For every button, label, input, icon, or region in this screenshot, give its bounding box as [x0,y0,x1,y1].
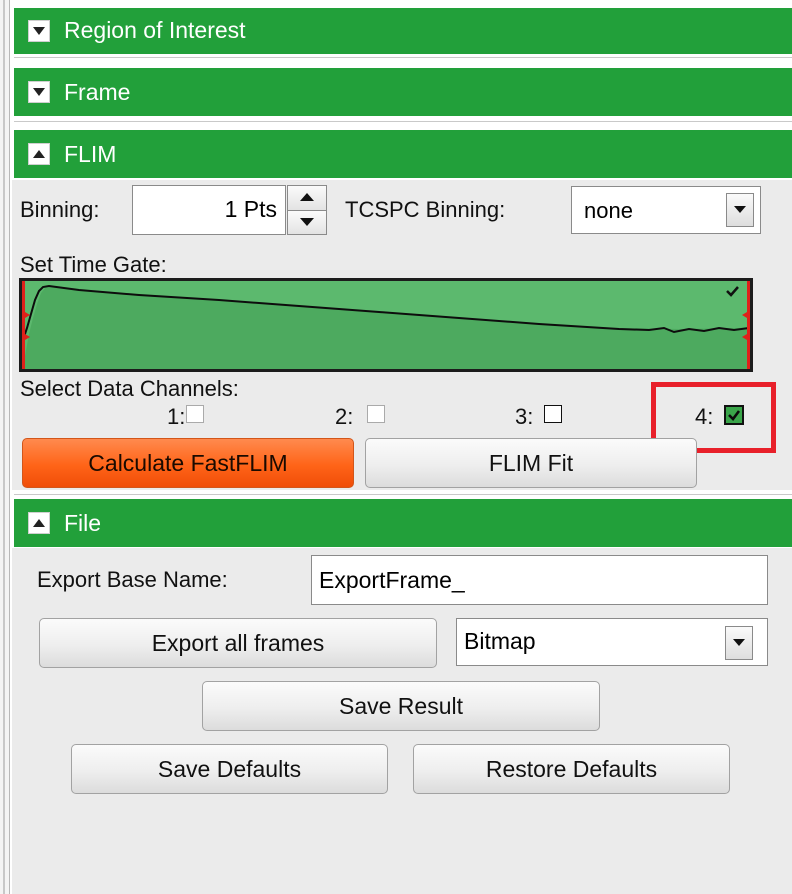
collapse-toggle-icon[interactable] [28,20,50,42]
binning-label: Binning: [20,197,100,222]
section-header-region-of-interest[interactable]: Region of Interest [14,8,792,54]
arrow-up-icon [300,193,314,201]
channel-2-label: 2: [335,404,354,429]
section-divider [14,57,792,58]
dropdown-button[interactable] [725,626,753,660]
left-window-border [0,0,10,894]
section-divider [14,121,792,122]
channel-1-label: 1: [167,404,186,429]
flim-fit-button[interactable]: FLIM Fit [365,438,697,488]
save-result-button[interactable]: Save Result [202,681,600,731]
section-divider [14,494,792,495]
export-all-frames-button[interactable]: Export all frames [39,618,437,668]
expand-toggle-icon[interactable] [28,143,50,165]
channel-3-checkbox[interactable] [544,405,562,423]
section-title: FLIM [64,141,117,167]
triangle-up-icon [33,519,45,527]
section-header-flim[interactable]: FLIM [14,130,792,178]
export-format-value: Bitmap [464,628,536,654]
section-header-frame[interactable]: Frame [14,68,792,116]
tcspc-binning-label: TCSPC Binning: [345,197,506,222]
binning-input[interactable]: 1 Pts [132,185,286,235]
expand-toggle-icon[interactable] [28,512,50,534]
gate-end-marker[interactable] [747,281,750,369]
save-defaults-button[interactable]: Save Defaults [71,744,388,794]
section-title: Region of Interest [64,17,246,43]
dropdown-button[interactable] [726,193,754,227]
left-border-line [3,0,5,894]
restore-defaults-button[interactable]: Restore Defaults [413,744,730,794]
export-base-name-label: Export Base Name: [37,567,228,592]
collapse-toggle-icon[interactable] [28,81,50,103]
export-format-select[interactable]: Bitmap [456,618,768,666]
channel-2-checkbox[interactable] [367,405,385,423]
section-title: Frame [64,79,131,105]
stepper-down-button[interactable] [288,211,326,234]
time-gate-decay-plot[interactable] [19,278,753,372]
stepper-up-button[interactable] [288,186,326,211]
chevron-down-icon [734,206,746,213]
triangle-down-icon [33,88,45,96]
section-header-file[interactable]: File [14,499,792,547]
time-gate-label: Set Time Gate: [20,252,167,277]
data-channels-label: Select Data Channels: [20,376,239,401]
triangle-down-icon [33,27,45,35]
channel-3-label: 3: [515,404,534,429]
binning-stepper[interactable] [287,185,327,235]
flim-settings-panel: Region of Interest Frame FLIM Binning: 1… [0,0,792,894]
section-title: File [64,510,102,536]
tcspc-binning-value: none [584,198,633,223]
export-base-name-input[interactable]: ExportFrame_ [311,555,768,605]
arrow-down-icon [300,218,314,226]
binning-value: 1 Pts [224,196,277,222]
channel-1-checkbox[interactable] [186,405,204,423]
gate-start-marker[interactable] [22,281,25,369]
export-base-name-value: ExportFrame_ [319,567,465,593]
triangle-up-icon [33,150,45,158]
calculate-fastflim-button[interactable]: Calculate FastFLIM [22,438,354,488]
tcspc-binning-select[interactable]: none [571,186,761,234]
chevron-down-icon [733,639,745,646]
